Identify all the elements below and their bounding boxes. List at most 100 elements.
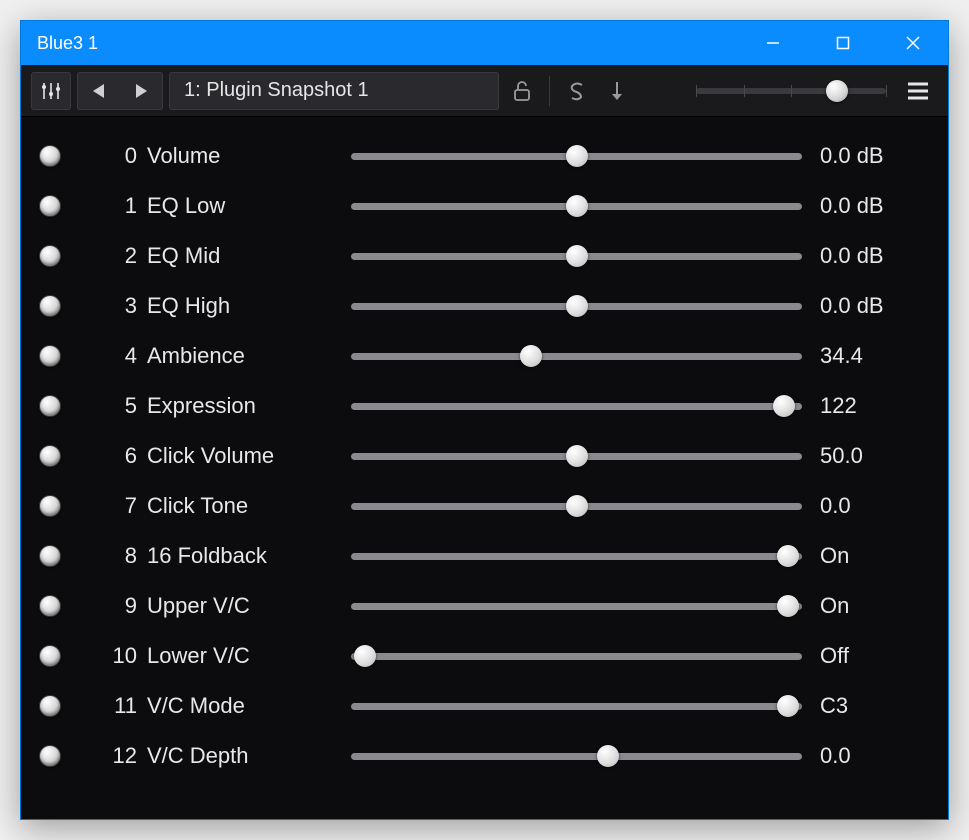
param-row: 12V/C Depth0.0 — [27, 731, 942, 781]
param-index: 12 — [61, 743, 147, 769]
param-row: 816 FoldbackOn — [27, 531, 942, 581]
maximize-button[interactable] — [808, 21, 878, 65]
param-radio[interactable] — [39, 395, 61, 417]
s-icon — [567, 80, 587, 102]
close-icon — [905, 35, 921, 51]
main-slider-track — [696, 88, 886, 94]
param-value: 0.0 — [820, 743, 930, 769]
param-slider-thumb[interactable] — [566, 145, 588, 167]
param-label: Expression — [147, 393, 347, 419]
prev-preset-button[interactable] — [78, 73, 120, 109]
param-radio[interactable] — [39, 645, 61, 667]
param-slider-thumb[interactable] — [777, 695, 799, 717]
param-radio[interactable] — [39, 145, 61, 167]
param-value: 0.0 dB — [820, 193, 930, 219]
param-slider-thumb[interactable] — [773, 395, 795, 417]
param-radio[interactable] — [39, 495, 61, 517]
param-label: Volume — [147, 143, 347, 169]
toolbar: 1: Plugin Snapshot 1 — [21, 65, 948, 117]
param-radio[interactable] — [39, 545, 61, 567]
param-label: EQ High — [147, 293, 347, 319]
preset-label: 1: Plugin Snapshot 1 — [184, 79, 369, 102]
param-row: 7Click Tone0.0 — [27, 481, 942, 531]
param-index: 6 — [61, 443, 147, 469]
param-slider-thumb[interactable] — [777, 595, 799, 617]
param-slider-thumb[interactable] — [777, 545, 799, 567]
param-radio[interactable] — [39, 245, 61, 267]
plugin-window: Blue3 1 — [20, 20, 949, 820]
lock-button[interactable] — [505, 72, 539, 110]
param-label: EQ Mid — [147, 243, 347, 269]
param-slider-thumb[interactable] — [520, 345, 542, 367]
triangle-left-icon — [92, 83, 106, 99]
param-radio[interactable] — [39, 195, 61, 217]
param-slider-track — [351, 703, 802, 710]
minimize-icon — [765, 35, 781, 51]
param-slider[interactable] — [351, 444, 802, 468]
param-label: Lower V/C — [147, 643, 347, 669]
param-row: 6Click Volume 50.0 — [27, 431, 942, 481]
close-button[interactable] — [878, 21, 948, 65]
param-radio[interactable] — [39, 295, 61, 317]
param-label: Upper V/C — [147, 593, 347, 619]
param-slider[interactable] — [351, 194, 802, 218]
param-slider[interactable] — [351, 344, 802, 368]
param-value: 50.0 — [820, 443, 930, 469]
param-slider-thumb[interactable] — [566, 195, 588, 217]
window-title: Blue3 1 — [21, 33, 98, 54]
menu-button[interactable] — [898, 72, 938, 110]
param-radio[interactable] — [39, 695, 61, 717]
down-arrow-button[interactable] — [600, 72, 634, 110]
param-value: 0.0 — [820, 493, 930, 519]
param-slider-thumb[interactable] — [354, 645, 376, 667]
param-label: Click Tone — [147, 493, 347, 519]
preset-display[interactable]: 1: Plugin Snapshot 1 — [169, 72, 499, 110]
editor-view-button[interactable] — [31, 72, 71, 110]
param-radio[interactable] — [39, 745, 61, 767]
param-slider[interactable] — [351, 494, 802, 518]
param-radio[interactable] — [39, 445, 61, 467]
param-index: 4 — [61, 343, 147, 369]
param-slider-thumb[interactable] — [566, 295, 588, 317]
param-slider[interactable] — [351, 594, 802, 618]
minimize-button[interactable] — [738, 21, 808, 65]
param-slider[interactable] — [351, 744, 802, 768]
param-slider[interactable] — [351, 694, 802, 718]
toolbar-separator — [549, 76, 550, 106]
param-index: 3 — [61, 293, 147, 319]
param-index: 9 — [61, 593, 147, 619]
param-slider[interactable] — [351, 644, 802, 668]
parameter-list[interactable]: 0Volume0.0 dB1EQ Low0.0 dB2EQ Mid0.0 dB3… — [21, 117, 948, 819]
unlock-icon — [512, 80, 532, 102]
next-preset-button[interactable] — [120, 73, 162, 109]
param-value: C3 — [820, 693, 930, 719]
param-slider-thumb[interactable] — [566, 495, 588, 517]
param-index: 11 — [61, 693, 147, 719]
param-value: 0.0 dB — [820, 243, 930, 269]
param-radio[interactable] — [39, 345, 61, 367]
param-slider-thumb[interactable] — [566, 445, 588, 467]
param-row: 9Upper V/COn — [27, 581, 942, 631]
param-slider[interactable] — [351, 544, 802, 568]
main-slider-thumb[interactable] — [826, 80, 848, 102]
param-value: 34.4 — [820, 343, 930, 369]
param-slider-track — [351, 653, 802, 660]
main-slider[interactable] — [696, 72, 886, 110]
preset-nav-group — [77, 72, 163, 110]
param-slider[interactable] — [351, 294, 802, 318]
param-value: On — [820, 543, 930, 569]
param-value: 0.0 dB — [820, 293, 930, 319]
param-slider[interactable] — [351, 144, 802, 168]
param-slider-track — [351, 753, 802, 760]
param-slider-thumb[interactable] — [597, 745, 619, 767]
param-slider[interactable] — [351, 244, 802, 268]
param-value: 0.0 dB — [820, 143, 930, 169]
param-value: Off — [820, 643, 930, 669]
solo-button[interactable] — [560, 72, 594, 110]
param-radio[interactable] — [39, 595, 61, 617]
param-slider[interactable] — [351, 394, 802, 418]
param-slider-track — [351, 353, 802, 360]
param-row: 4Ambience34.4 — [27, 331, 942, 381]
param-slider-thumb[interactable] — [566, 245, 588, 267]
param-label: Click Volume — [147, 443, 347, 469]
